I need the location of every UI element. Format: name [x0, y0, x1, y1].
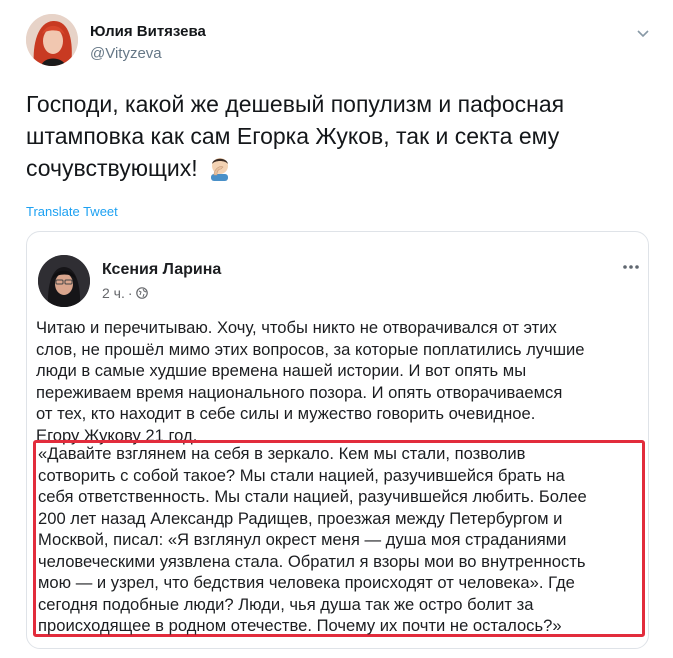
quote-line: сотворить с собой такое? Мы стали нацией… [38, 465, 565, 485]
more-options-icon[interactable] [620, 260, 642, 274]
quote-line: «Давайте взглянем на себя в зеркало. Кем… [38, 444, 526, 463]
facepalm-icon [211, 158, 229, 181]
chevron-down-icon[interactable] [634, 24, 652, 42]
meta-separator: · [127, 285, 133, 301]
quote-line: Москвой, писал: «Я взглянул окрест меня … [38, 530, 567, 549]
embedded-author-avatar[interactable] [38, 255, 90, 307]
quote-line: себя ответственность. Мы стали нацией, р… [38, 487, 587, 506]
body-line: люди в самые худшие времена нашей истори… [36, 361, 527, 380]
embedded-post-meta: 2 ч. · [102, 285, 148, 301]
author-avatar[interactable] [26, 14, 78, 66]
author-name[interactable]: Юлия Витязева [90, 23, 206, 40]
quote-line: происходящее в родном отечестве. Почему … [38, 616, 562, 635]
quote-line: мою — и узрел, что бедствия человека про… [38, 573, 575, 592]
highlighted-quote: «Давайте взглянем на себя в зеркало. Кем… [38, 443, 643, 637]
tweet-text-content: Господи, какой же дешевый популизм и паф… [26, 91, 565, 181]
quote-line: сегодня подобные люди? Люди, чья душа та… [38, 594, 534, 614]
embedded-post-card[interactable]: Ксения Ларина 2 ч. · Читаю и перечитываю… [26, 231, 649, 649]
quote-line: человеческими уязвлена стала. Обратил я … [38, 551, 586, 571]
body-line: переживаем время национального позора. И… [36, 382, 563, 402]
post-time[interactable]: 2 ч. [102, 285, 125, 301]
tweet-header: Юлия Витязева @Vityzeva [26, 14, 656, 74]
embedded-author-name[interactable]: Ксения Ларина [102, 261, 221, 279]
quote-line: 200 лет назад Александр Радищев, проезжа… [38, 508, 563, 528]
author-avatar-image [26, 14, 78, 66]
globe-icon [135, 287, 148, 299]
tweet-text: Господи, какой же дешевый популизм и паф… [26, 88, 656, 184]
body-line: Читаю и перечитываю. Хочу, чтобы никто н… [36, 318, 557, 337]
body-line: от тех, кто находит в себе силы и мужест… [36, 404, 536, 423]
embedded-post-body: Читаю и перечитываю. Хочу, чтобы никто н… [36, 317, 641, 446]
body-line: слов, не прошёл мимо этих вопросов, за к… [36, 339, 585, 359]
translate-tweet-link[interactable]: Translate Tweet [26, 204, 118, 219]
embedded-author-avatar-image [38, 255, 90, 307]
author-handle[interactable]: @Vityzeva [90, 45, 162, 62]
